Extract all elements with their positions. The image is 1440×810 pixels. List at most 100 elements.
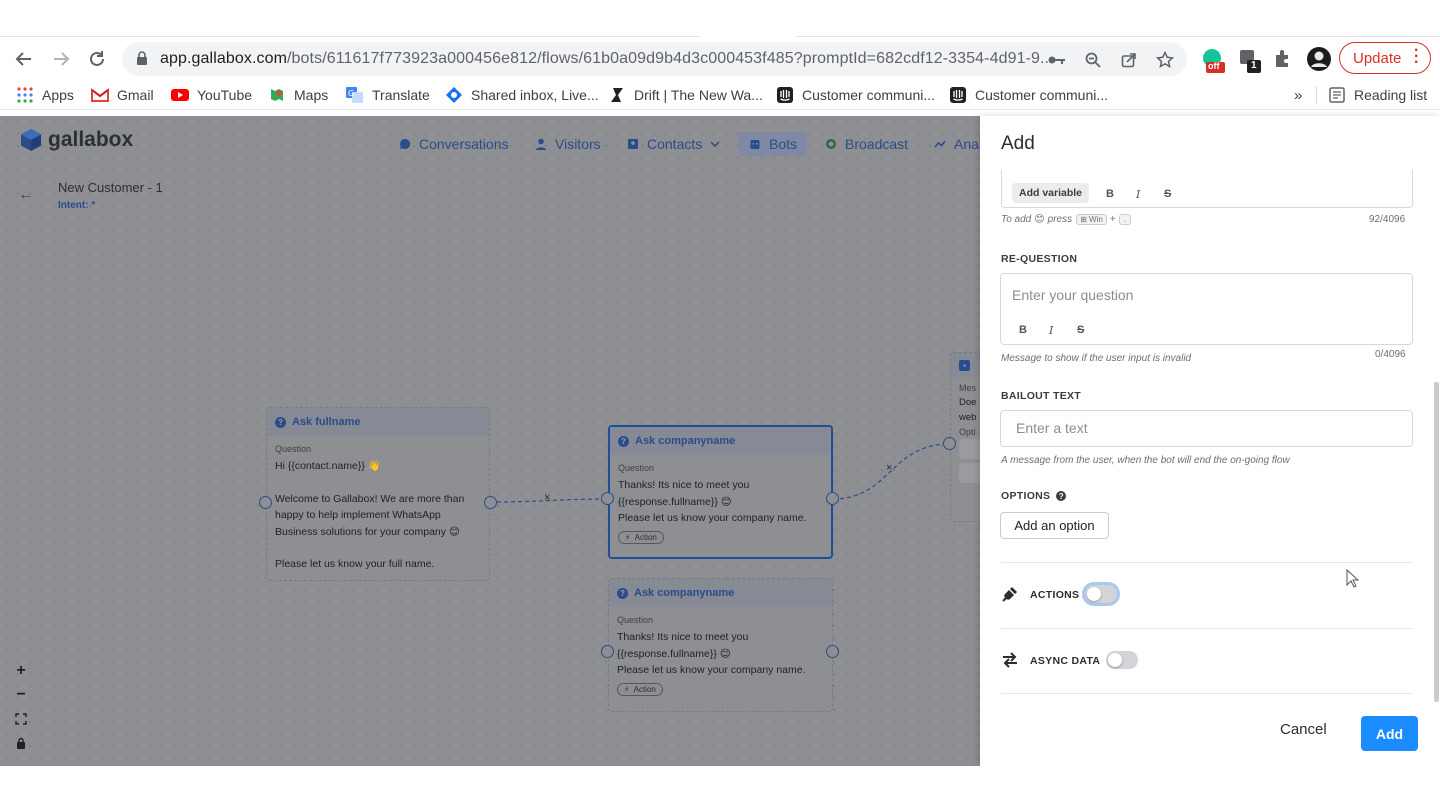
node-message: Thanks! Its nice to meet you {{response.… xyxy=(618,479,807,524)
async-data-toggle[interactable] xyxy=(1106,651,1138,669)
message-char-counter: 92/4096 xyxy=(1369,214,1406,225)
update-label: Update xyxy=(1353,49,1402,67)
action-chip[interactable]: ⚡ Action xyxy=(618,530,664,544)
panel-scrollbar[interactable] xyxy=(1434,382,1439,702)
mouse-cursor-icon xyxy=(1346,569,1360,588)
gmail-icon xyxy=(91,88,109,102)
bookmark-maps[interactable]: Maps xyxy=(268,85,328,105)
zoom-out-icon[interactable]: − xyxy=(12,686,30,704)
zoom-icon[interactable] xyxy=(1082,49,1104,71)
reload-icon[interactable] xyxy=(84,46,110,72)
italic-icon[interactable]: I xyxy=(1136,188,1140,201)
node-ask-companyname-selected[interactable]: ? Ask companyname Question Thanks! Its ni… xyxy=(608,425,833,559)
strikethrough-icon[interactable]: S xyxy=(1077,324,1084,336)
node-input-port[interactable] xyxy=(943,437,956,450)
bookmark-customer-communi-1[interactable]: Customer communi... xyxy=(776,85,935,105)
requestion-editor[interactable] xyxy=(1000,273,1413,345)
node-option[interactable] xyxy=(959,439,980,459)
bookmark-label: Apps xyxy=(42,87,74,103)
avatar[interactable] xyxy=(1306,46,1331,71)
strikethrough-icon[interactable]: S xyxy=(1164,188,1171,200)
puzzle-extensions-icon[interactable] xyxy=(1273,48,1295,70)
bold-icon[interactable]: B xyxy=(1019,324,1027,336)
bookmark-gmail[interactable]: Gmail xyxy=(91,85,154,105)
star-icon[interactable] xyxy=(1154,49,1176,71)
bailout-placeholder: Enter a text xyxy=(1016,420,1088,436)
node-input-port[interactable] xyxy=(259,496,272,509)
help-icon: ? xyxy=(1056,491,1067,501)
italic-icon[interactable]: I xyxy=(1049,324,1053,337)
node-options-label: Opti xyxy=(959,427,976,437)
actions-label: ACTIONS xyxy=(1030,589,1080,601)
bold-icon[interactable]: B xyxy=(1106,188,1114,200)
shared-inbox-icon xyxy=(446,87,462,103)
youtube-icon xyxy=(171,89,189,101)
forward-arrow-icon[interactable] xyxy=(48,46,74,72)
node-ask-fullname[interactable]: ? Ask fullname Question Hi {{contact.name… xyxy=(266,407,490,581)
bookmark-label: Customer communi... xyxy=(975,87,1109,103)
zoom-in-icon[interactable]: + xyxy=(12,662,30,680)
requestion-char-counter: 0/4096 xyxy=(1375,349,1406,360)
update-button[interactable]: Update · · · xyxy=(1339,42,1431,74)
bookmark-label: Maps xyxy=(294,87,329,103)
lock-icon xyxy=(137,51,147,65)
bookmark-youtube[interactable]: YouTube xyxy=(171,85,252,105)
node-output-port[interactable] xyxy=(826,645,839,658)
more-vert-icon: · · · xyxy=(1414,42,1420,71)
node-type-label: Question xyxy=(617,615,654,625)
drift-icon xyxy=(611,88,623,102)
extension-grammarly-icon[interactable]: off xyxy=(1201,48,1225,73)
fit-view-icon[interactable] xyxy=(12,710,30,728)
bookmarks-more-button[interactable]: » xyxy=(1294,85,1302,105)
node-ask-companyname[interactable]: ? Ask companyname Question Thanks! Its ni… xyxy=(608,578,833,712)
node-option[interactable] xyxy=(959,463,980,483)
node-input-port[interactable] xyxy=(601,492,614,505)
extension-count-badge: 1 xyxy=(1251,60,1257,71)
add-option-button[interactable]: Add an option xyxy=(1000,512,1109,539)
edge-remove-icon[interactable]: × xyxy=(544,492,550,504)
address-bar[interactable]: app.gallabox.com/bots/611617f773923a0004… xyxy=(122,42,1187,76)
node-input-port[interactable] xyxy=(601,645,614,658)
back-arrow-icon[interactable] xyxy=(11,46,37,72)
bookmark-shared-inbox[interactable]: Shared inbox, Live... xyxy=(445,85,599,105)
add-panel: Add Add variable B I S To add 😊 press ⊞ … xyxy=(980,116,1440,766)
bailout-hint: A message from the user, when the bot wi… xyxy=(1001,455,1290,466)
share-icon[interactable] xyxy=(1118,49,1140,71)
edge-remove-icon[interactable]: × xyxy=(886,462,892,474)
node-message: Thanks! Its nice to meet you {{response.… xyxy=(617,631,806,676)
lock-icon[interactable] xyxy=(12,734,30,752)
bookmark-label: Drift | The New Wa... xyxy=(634,87,763,103)
node-title: Ask companyname xyxy=(634,587,735,599)
bookmarks-bar: Apps Gmail YouTube Maps G Translate Shar… xyxy=(0,80,1440,110)
bookmark-apps[interactable]: Apps xyxy=(16,85,74,105)
bookmark-customer-communi-2[interactable]: Customer communi... xyxy=(949,85,1108,105)
options-label: OPTIONS ? xyxy=(1001,490,1067,502)
node-output-port[interactable] xyxy=(826,492,839,505)
node-output-port[interactable] xyxy=(484,496,497,509)
swap-arrows-icon xyxy=(1001,651,1019,674)
node-partial[interactable]: ▪ Mes Doe web Opti xyxy=(950,352,980,522)
bookmark-drift[interactable]: Drift | The New Wa... xyxy=(608,85,763,105)
browser-toolbar: app.gallabox.com/bots/611617f773923a0004… xyxy=(0,38,1440,80)
win-key: ⊞ Win xyxy=(1076,214,1107,225)
add-variable-button[interactable]: Add variable xyxy=(1012,183,1090,203)
actions-toggle[interactable] xyxy=(1085,585,1117,603)
flow-builder-canvas: gallabox Conversations Visitors Contacts… xyxy=(0,116,980,766)
flow-edges xyxy=(489,443,951,503)
reading-list-button[interactable]: Reading list xyxy=(1328,85,1427,105)
extension-1-icon[interactable]: 1 xyxy=(1238,48,1261,73)
bookmark-label: Gmail xyxy=(117,87,154,103)
key-icon[interactable] xyxy=(1046,49,1068,71)
cancel-button[interactable]: Cancel xyxy=(1280,721,1327,738)
bookmark-label: Shared inbox, Live... xyxy=(471,87,599,103)
node-type-label: Question xyxy=(275,444,312,454)
panel-title: Add xyxy=(1001,133,1035,154)
add-button[interactable]: Add xyxy=(1361,716,1418,751)
bottom-strip xyxy=(0,766,1440,810)
plug-icon xyxy=(1001,585,1019,608)
bookmark-translate[interactable]: G Translate xyxy=(346,85,430,105)
bookmark-label: Customer communi... xyxy=(802,87,936,103)
node-title: Ask companyname xyxy=(635,435,736,447)
translate-icon: G xyxy=(346,87,363,103)
action-chip[interactable]: ⚡ Action xyxy=(617,682,663,696)
